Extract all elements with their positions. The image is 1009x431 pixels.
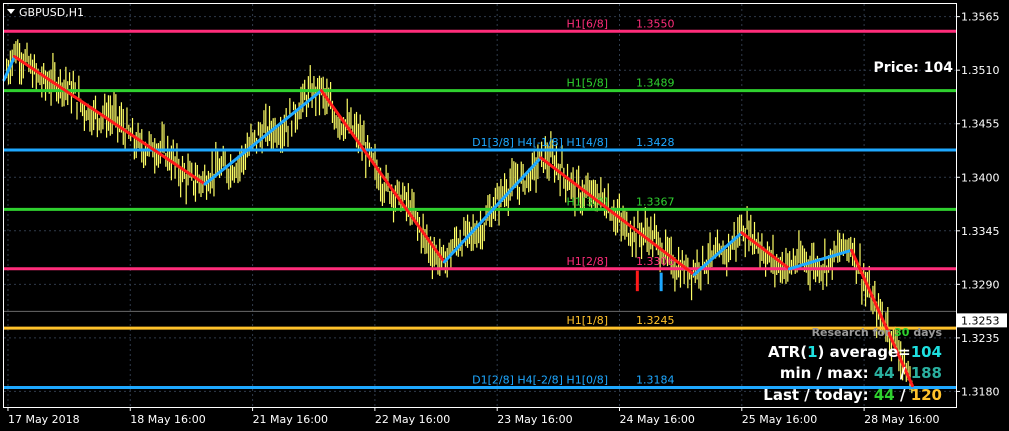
- level-name-3: H1[3/8]: [566, 195, 608, 208]
- level-name-2: D1[3/8] H4[-1/8] H1[4/8]: [472, 136, 608, 149]
- atr-mid: ) average=: [818, 343, 911, 361]
- atr-value: 104: [911, 343, 942, 361]
- x-tick-label-3: 22 May 16:00: [375, 413, 450, 426]
- level-price-3: 1.3367: [636, 195, 675, 208]
- research-prefix: Research for: [812, 326, 891, 339]
- y-tick-label-0: 1.3565: [961, 11, 1000, 24]
- atr-prefix: ATR(: [768, 343, 807, 361]
- level-price-5: 1.3245: [636, 314, 675, 327]
- last-today-readout: Last / today: 44 / 120: [763, 386, 942, 404]
- level-price-2: 1.3428: [636, 136, 675, 149]
- last-label: Last / today:: [763, 386, 868, 404]
- today-value: 120: [911, 386, 942, 404]
- current-price-label: 1.3253: [961, 314, 1000, 327]
- time-axis: 17 May 2018 18 May 16:00 21 May 16:00 22 Ma…: [7, 407, 940, 426]
- zigzag-seg-3: [203, 89, 323, 186]
- minmax-readout: min / max: 44 / 188: [780, 364, 942, 382]
- zigzag-seg-2: [13, 55, 207, 186]
- x-tick-label-4: 23 May 16:00: [497, 413, 572, 426]
- price-candles: [6, 39, 913, 394]
- level-name-1: H1[5/8]: [566, 77, 608, 90]
- minmax-label: min / max:: [780, 364, 869, 382]
- x-tick-label-5: 24 May 16:00: [619, 413, 694, 426]
- today-sep: /: [900, 386, 906, 404]
- level-name-0: H1[6/8]: [566, 17, 608, 30]
- last-value: 44: [874, 386, 895, 404]
- price-value: 104: [924, 60, 953, 76]
- level-price-6: 1.3184: [636, 374, 675, 387]
- price-readout: Price: 104: [874, 60, 954, 76]
- atr-period: 1: [807, 343, 817, 361]
- x-tick-label-7: 28 May 16:00: [864, 413, 939, 426]
- x-tick-label-0: 17 May 2018: [8, 413, 80, 426]
- research-caption: Research for 30 days: [812, 326, 943, 339]
- chevron-down-icon[interactable]: [7, 9, 15, 14]
- atr-readout: ATR(1) average=104: [768, 343, 942, 361]
- research-suffix: days: [913, 326, 942, 339]
- level-name-5: H1[1/8]: [566, 314, 608, 327]
- min-value: 44: [874, 364, 895, 382]
- zigzag-seg-4: [319, 89, 446, 264]
- level-price-1: 1.3489: [636, 77, 675, 90]
- level-name-6: D1[2/8] H4[-2/8] H1[0/8]: [472, 374, 608, 387]
- price-chart[interactable]: H1[6/8] 1.3550 H1[5/8] 1.3489 D1[3/8] H4[-1/…: [0, 0, 1009, 431]
- symbol-title: GBPUSD,H1: [19, 6, 84, 19]
- y-tick-label-1: 1.3510: [961, 64, 1000, 77]
- minmax-sep: /: [900, 364, 906, 382]
- level-name-4: H1[2/8]: [566, 255, 608, 268]
- x-tick-label-1: 18 May 16:00: [130, 413, 205, 426]
- signal-markers: [635, 270, 663, 292]
- price-label: Price:: [874, 60, 919, 76]
- level-price-0: 1.3550: [636, 17, 675, 30]
- zigzag-lines: [2, 55, 914, 388]
- y-tick-label-5: 1.3290: [961, 278, 1000, 291]
- y-tick-label-2: 1.3455: [961, 118, 1000, 131]
- x-tick-label-6: 25 May 16:00: [742, 413, 817, 426]
- x-tick-label-2: 21 May 16:00: [253, 413, 328, 426]
- price-axis: 1.3565 1.3510 1.3455 1.3400 1.3345 1.3290 1.32…: [956, 11, 1007, 398]
- y-tick-label-3: 1.3400: [961, 171, 1000, 184]
- research-days: 30: [894, 326, 910, 339]
- y-tick-label-7: 1.3180: [961, 385, 1000, 398]
- max-value: 188: [911, 364, 942, 382]
- y-tick-label-6: 1.3235: [961, 332, 1000, 345]
- zigzag-seg-1: [2, 55, 17, 82]
- y-tick-label-4: 1.3345: [961, 225, 1000, 238]
- zigzag-seg-6: [539, 156, 696, 277]
